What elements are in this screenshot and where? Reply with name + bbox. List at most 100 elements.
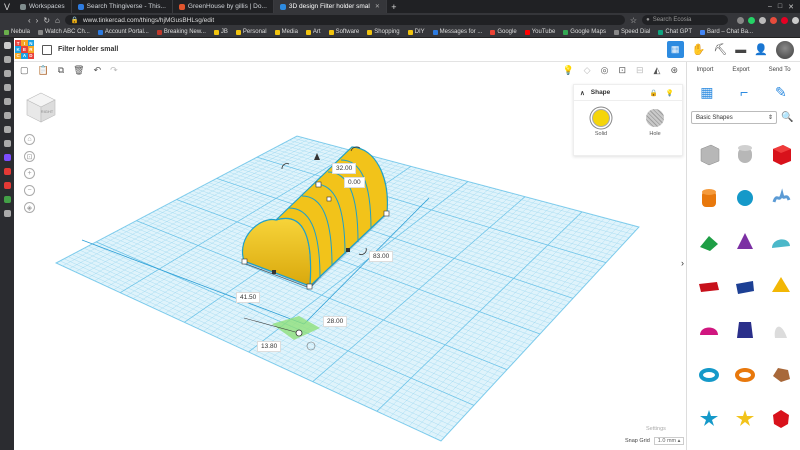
extension-icon[interactable] <box>770 16 778 24</box>
note-icon[interactable]: ◇ <box>584 65 591 76</box>
ungroup-icon[interactable]: ⊡ <box>618 65 626 76</box>
shape-cylinder[interactable] <box>691 176 727 220</box>
close-tab-icon[interactable]: ✕ <box>375 3 380 10</box>
bookmark-item[interactable]: Speed Dial <box>613 29 650 35</box>
bookmark-item[interactable]: Google Maps <box>563 29 606 35</box>
tab-workspaces[interactable]: Workspaces <box>14 0 72 13</box>
downloads-icon[interactable] <box>3 70 11 77</box>
bookmark-item[interactable]: Google <box>490 29 517 35</box>
settings-button[interactable]: Settings <box>646 426 666 432</box>
position-y-label[interactable]: 28.00 <box>323 316 348 327</box>
extension-icon[interactable] <box>737 16 745 24</box>
width-label[interactable]: 41.50 <box>236 292 261 303</box>
snap-grid-select[interactable]: 1.0 mm ▴ <box>653 437 685 445</box>
shape-roof[interactable] <box>691 220 727 264</box>
window-panel-icon[interactable] <box>3 126 11 133</box>
send-to-button[interactable]: Send To <box>769 67 791 73</box>
tab-thingiverse[interactable]: Search Thingiverse - This... <box>72 0 173 13</box>
search-input[interactable]: ● Search Ecosia <box>642 15 729 25</box>
history-icon[interactable] <box>3 84 11 91</box>
cruise-icon[interactable]: ⊛ <box>670 65 678 76</box>
back-icon[interactable]: ‹ <box>28 16 31 25</box>
notes-icon[interactable]: ✎ <box>775 84 787 101</box>
extension-sidebar-icon[interactable] <box>3 168 11 175</box>
bookmark-item[interactable]: Watch ABC Ch... <box>38 29 90 35</box>
bookmark-item[interactable]: Art <box>305 29 321 35</box>
shape-sphere[interactable] <box>727 176 763 220</box>
shape-box-hole[interactable] <box>691 132 727 176</box>
tab-tinkercad[interactable]: 3D design Filter holder smal ✕ <box>273 0 387 13</box>
shape-paraboloid[interactable] <box>763 308 799 352</box>
light-bulb-icon[interactable]: 💡 <box>562 65 573 76</box>
bookmark-item[interactable]: Software <box>328 29 359 35</box>
shape-box[interactable] <box>763 132 799 176</box>
shape-tube[interactable] <box>727 352 763 396</box>
whatsapp-icon[interactable] <box>748 16 756 24</box>
light-bulb-icon[interactable]: 💡 <box>666 89 674 97</box>
bookmark-item[interactable]: Personal <box>235 29 267 35</box>
collapse-icon[interactable]: ∧ <box>580 89 585 97</box>
sim-lab-icon[interactable]: ✋ <box>692 43 706 56</box>
align-icon[interactable]: ⊟ <box>636 65 644 76</box>
bookmark-item[interactable]: Messages for ... <box>432 29 482 35</box>
notes-icon[interactable] <box>3 98 11 105</box>
solid-color-swatch[interactable] <box>592 109 610 127</box>
new-shape-icon[interactable]: ▢ <box>20 65 29 76</box>
extension-sidebar-icon[interactable] <box>3 196 11 203</box>
shape-polygon[interactable] <box>727 308 763 352</box>
extension-sidebar-icon[interactable] <box>3 182 11 189</box>
delete-icon[interactable]: 🗑 <box>73 65 84 76</box>
bookmark-item[interactable]: Bard – Chat Ba... <box>700 29 753 35</box>
add-user-icon[interactable]: 👤 <box>754 43 768 56</box>
origin-handle[interactable] <box>295 329 303 337</box>
bookmark-item[interactable]: JB <box>213 29 228 35</box>
hole-swatch[interactable] <box>646 109 664 127</box>
import-button[interactable]: Import <box>696 67 713 73</box>
paste-icon[interactable]: 📋 <box>38 65 49 76</box>
pinterest-icon[interactable] <box>781 16 789 24</box>
zoom-out-icon[interactable]: − <box>24 185 35 196</box>
shape-wedge[interactable] <box>727 264 763 308</box>
lock-icon[interactable]: 🔒 <box>650 89 658 97</box>
export-button[interactable]: Export <box>732 67 749 73</box>
bookmark-item[interactable]: Account Portal... <box>97 29 149 35</box>
url-input[interactable]: 🔒 www.tinkercad.com/things/hjMGusBHLsg/ed… <box>64 15 625 25</box>
avatar[interactable] <box>776 40 794 59</box>
home-icon[interactable]: ⌂ <box>55 16 60 25</box>
workplane-viewport[interactable]: RIGHT ⌂ ⊡ + − ◈ 32.00 0.00 83.00 41.50 2… <box>14 78 686 450</box>
workplane-icon[interactable]: ▦ <box>700 84 713 101</box>
bookmark-item[interactable]: Media <box>274 29 298 35</box>
bookmark-item[interactable]: Breaking New... <box>156 29 206 35</box>
tinkercad-logo[interactable]: T I N K E R C A D <box>15 40 34 59</box>
shape-star[interactable] <box>691 396 727 440</box>
perspective-icon[interactable]: ◈ <box>24 202 35 213</box>
position-x-label[interactable]: 13.80 <box>257 341 282 352</box>
view-cube[interactable]: RIGHT <box>24 90 58 124</box>
design-title[interactable]: Filter holder small <box>58 46 118 53</box>
shape-torus[interactable] <box>691 352 727 396</box>
bookmark-icon[interactable]: ☆ <box>630 16 637 25</box>
bookmark-item[interactable]: DIY <box>407 29 425 35</box>
duplicate-icon[interactable]: ⧉ <box>58 65 64 76</box>
lessons-icon[interactable]: ▬ <box>735 44 746 56</box>
profile-icon[interactable] <box>792 16 800 24</box>
minimize-icon[interactable]: – <box>768 3 772 11</box>
search-icon[interactable]: 🔍 <box>781 112 793 123</box>
bookmark-item[interactable]: YouTube <box>524 29 555 35</box>
home-view-icon[interactable]: ⌂ <box>24 134 35 145</box>
elevation-label[interactable]: 0.00 <box>344 177 365 188</box>
height-label[interactable]: 32.00 <box>332 163 357 174</box>
browser-menu-icon[interactable]: V <box>0 0 14 13</box>
shape-cylinder-hole[interactable] <box>727 132 763 176</box>
forward-icon[interactable]: › <box>36 16 39 25</box>
close-window-icon[interactable]: ✕ <box>788 3 794 11</box>
blocks-icon[interactable]: ⛏ <box>713 43 727 56</box>
bookmark-item[interactable]: Shopping <box>367 29 400 35</box>
messenger-icon[interactable] <box>3 154 11 161</box>
hole-option[interactable]: Hole <box>646 109 664 137</box>
fit-view-icon[interactable]: ⊡ <box>24 151 35 162</box>
shape-category-select[interactable]: Basic Shapes ⇕ <box>691 111 777 124</box>
reading-list-icon[interactable] <box>3 56 11 63</box>
maximize-icon[interactable]: □ <box>778 3 782 11</box>
shape-half-sphere[interactable] <box>691 308 727 352</box>
